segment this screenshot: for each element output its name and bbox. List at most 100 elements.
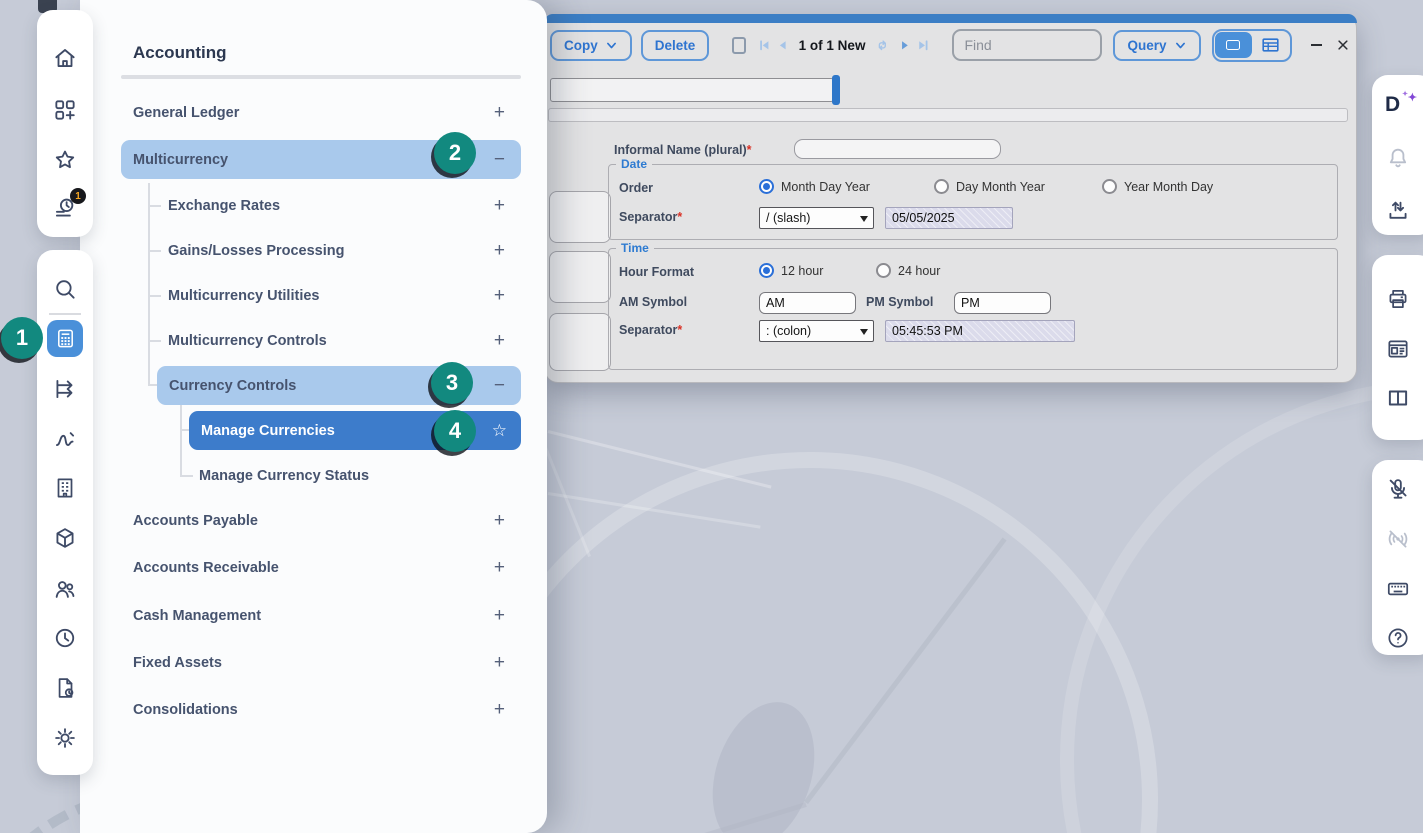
right-rail-middle [1372,255,1423,440]
recent-history-icon[interactable]: 1 [52,195,78,221]
delete-button[interactable]: Delete [641,30,710,61]
informal-name-input[interactable] [794,139,1001,159]
collapse-icon[interactable]: − [494,375,505,397]
menu-item-gains-losses-processing[interactable]: Gains/Losses Processing + [121,232,521,270]
form-view-button[interactable] [1215,32,1252,58]
select-record-checkbox[interactable] [732,37,746,54]
microphone-muted-icon[interactable] [1385,476,1411,502]
flyout-divider [121,75,521,79]
time-sample-value: 05:45:53 PM [892,324,963,338]
radio-label: Day Month Year [956,180,1045,194]
split-view-icon[interactable] [1385,385,1411,411]
expand-icon[interactable]: + [494,557,505,579]
search-icon[interactable] [52,276,78,302]
home-icon[interactable] [52,45,78,71]
accounting-calculator-icon[interactable] [47,320,83,357]
radio-month-day-year[interactable]: Month Day Year [759,179,870,194]
expand-icon[interactable]: + [494,195,505,217]
radio-24-hour[interactable]: 24 hour [876,263,940,278]
view-toggle [1212,29,1292,62]
menu-item-cash-management[interactable]: Cash Management + [121,597,521,635]
find-input[interactable] [952,29,1102,61]
first-record-icon[interactable] [757,36,772,55]
expand-icon[interactable]: + [494,652,505,674]
table-view-button[interactable] [1252,32,1289,58]
order-label: Order [619,181,653,195]
time-separator-select[interactable]: : (colon) [759,320,874,342]
document-history-icon[interactable] [52,675,78,701]
next-record-icon[interactable] [898,36,913,55]
pm-symbol-label: PM Symbol [866,295,933,309]
expand-icon[interactable]: + [494,240,505,262]
menu-item-accounts-payable[interactable]: Accounts Payable + [121,502,521,540]
menu-item-fixed-assets[interactable]: Fixed Assets + [121,644,521,682]
table-view-icon [1262,38,1279,52]
date-group-legend: Date [616,157,652,171]
last-record-icon[interactable] [916,36,931,55]
menu-item-label: Consolidations [133,702,238,718]
pm-symbol-input[interactable] [954,292,1051,314]
record-position-label: 1 of 1 New [799,38,866,53]
assistant-d-logo[interactable]: D✦✦ [1385,92,1411,118]
step-badge-1: 1 [1,317,43,359]
left-rail-main [37,250,93,775]
query-button[interactable]: Query [1113,30,1200,61]
form-view-icon [1226,40,1240,50]
expand-icon[interactable]: + [494,510,505,532]
signature-icon[interactable] [52,425,78,451]
sync-icon[interactable] [875,36,890,55]
menu-item-exchange-rates[interactable]: Exchange Rates + [121,187,521,225]
d-logo-letter: D✦✦ [1385,92,1411,118]
minimize-button[interactable] [1311,44,1323,47]
favorites-star-icon[interactable] [52,147,78,173]
help-icon[interactable] [1385,625,1411,651]
keyboard-icon[interactable] [1385,576,1411,602]
time-clock-icon[interactable] [52,625,78,651]
expand-icon[interactable]: + [494,102,505,124]
copy-button[interactable]: Copy [550,30,632,61]
radio-year-month-day[interactable]: Year Month Day [1102,179,1213,194]
chevron-down-icon [1174,39,1187,52]
inventory-cube-icon[interactable] [52,525,78,551]
notifications-bell-icon[interactable] [1385,145,1411,171]
menu-item-multicurrency-controls[interactable]: Multicurrency Controls + [121,322,521,360]
settings-gear-icon[interactable] [52,725,78,751]
menu-item-manage-currency-status[interactable]: Manage Currency Status [121,457,521,495]
date-sample-value: 05/05/2025 [892,211,955,225]
radio-12-hour[interactable]: 12 hour [759,263,823,278]
chevron-down-icon [605,39,618,52]
apps-icon[interactable] [52,97,78,123]
menu-item-label: Fixed Assets [133,655,222,671]
text-cursor-handle [832,75,840,105]
users-icon[interactable] [52,576,78,602]
broadcast-off-icon[interactable] [1385,526,1411,552]
collapse-icon[interactable]: − [494,149,505,171]
date-separator-select[interactable]: / (slash) [759,207,874,229]
record-key-field[interactable] [550,78,834,102]
menu-item-multicurrency-utilities[interactable]: Multicurrency Utilities + [121,277,521,315]
form-view-icon[interactable] [1385,336,1411,362]
am-symbol-input[interactable] [759,292,856,314]
radio-day-month-year[interactable]: Day Month Year [934,179,1045,194]
watermark-clock-hand-2 [590,802,807,833]
menu-item-consolidations[interactable]: Consolidations + [121,691,521,729]
expand-icon[interactable]: + [494,330,505,352]
menu-item-general-ledger[interactable]: General Ledger + [121,94,521,132]
expand-icon[interactable]: + [494,285,505,307]
favorite-star-icon[interactable]: ☆ [492,421,507,441]
transfers-icon[interactable] [52,376,78,402]
informal-name-label: Informal Name (plural)* [614,143,752,157]
import-export-icon[interactable] [1385,197,1411,223]
menu-item-accounts-receivable[interactable]: Accounts Receivable + [121,549,521,587]
previous-record-icon[interactable] [775,36,790,55]
organization-icon[interactable] [52,475,78,501]
watermark-grid-line-2 [548,492,761,529]
menu-item-label: Manage Currencies [201,423,335,439]
print-icon[interactable] [1385,286,1411,312]
flyout-title: Accounting [133,43,227,63]
close-button[interactable] [1336,36,1350,54]
expand-icon[interactable]: + [494,699,505,721]
expand-icon[interactable]: + [494,605,505,627]
record-toolbar: Copy Delete 1 of 1 New [545,26,1350,64]
radio-label: Year Month Day [1124,180,1213,194]
